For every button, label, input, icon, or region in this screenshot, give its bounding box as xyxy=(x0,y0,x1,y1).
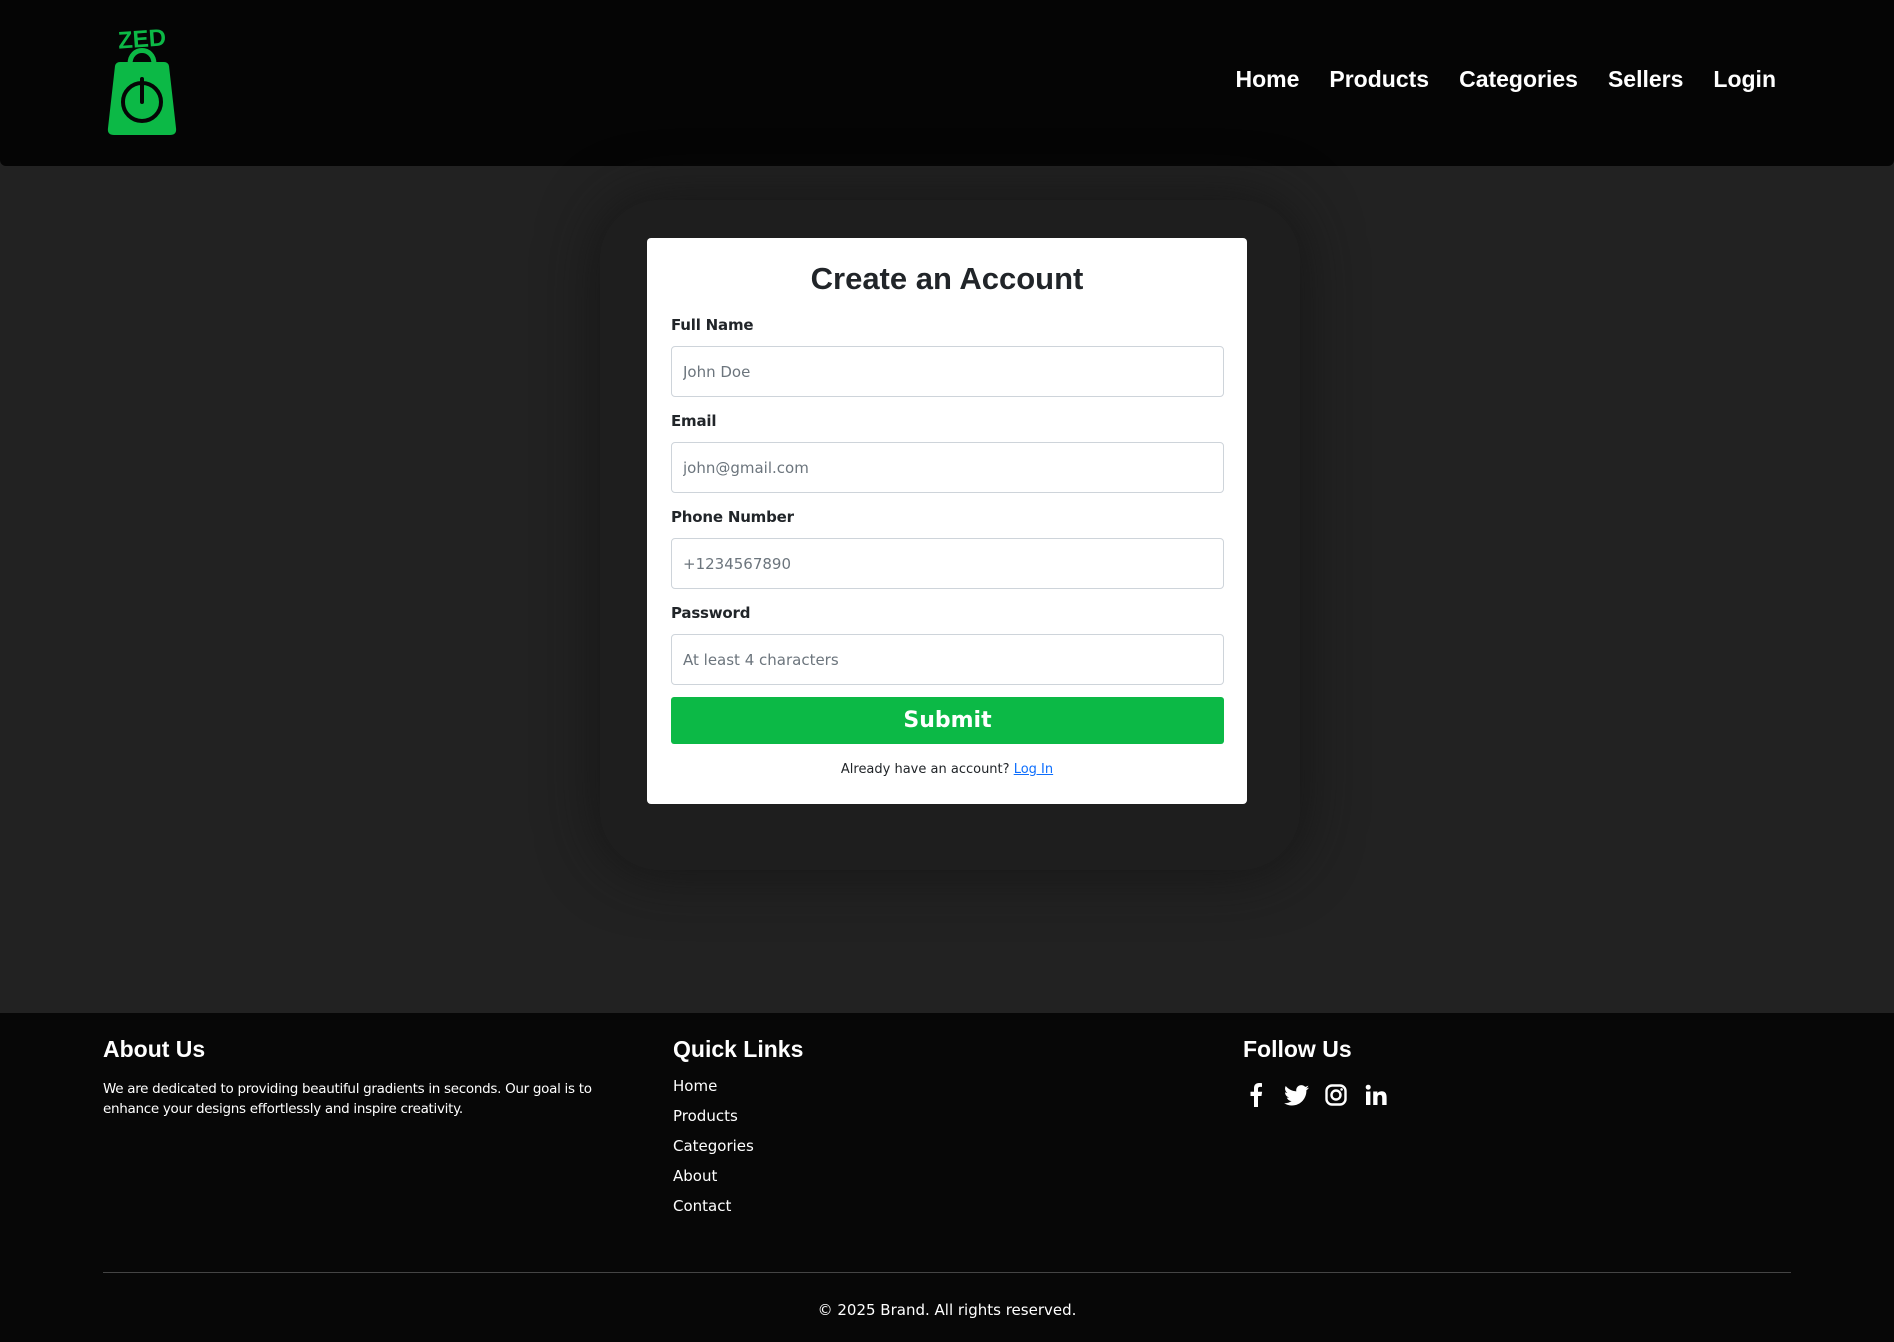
login-prompt: Already have an account? Log In xyxy=(647,762,1247,777)
footer-link-categories[interactable]: Categories xyxy=(673,1137,754,1155)
phone-input[interactable] xyxy=(671,538,1224,589)
zed-logo[interactable]: ZED xyxy=(102,24,182,138)
list-item: Home xyxy=(673,1077,803,1107)
footer-link-contact[interactable]: Contact xyxy=(673,1197,731,1215)
copyright-text: © 2025 Brand. All rights reserved. xyxy=(817,1301,1077,1319)
linkedin-icon[interactable] xyxy=(1363,1082,1389,1108)
nav-categories[interactable]: Categories xyxy=(1459,66,1578,93)
list-item: Categories xyxy=(673,1137,803,1167)
quick-links-list: Home Products Categories About Contact xyxy=(673,1077,803,1227)
full-name-group: Full Name xyxy=(671,316,1224,397)
login-link[interactable]: Log In xyxy=(1014,762,1053,777)
list-item: Contact xyxy=(673,1197,803,1227)
email-label: Email xyxy=(671,412,717,430)
follow-section: Follow Us xyxy=(1243,1036,1389,1108)
password-input[interactable] xyxy=(671,634,1224,685)
password-label: Password xyxy=(671,604,751,622)
phone-group: Phone Number xyxy=(671,508,1224,589)
quick-links-section: Quick Links Home Products Categories Abo… xyxy=(673,1036,803,1227)
nav-login[interactable]: Login xyxy=(1713,66,1776,93)
twitter-icon[interactable] xyxy=(1283,1082,1309,1108)
quick-links-title: Quick Links xyxy=(673,1036,804,1062)
about-title: About Us xyxy=(103,1036,206,1062)
nav-sellers[interactable]: Sellers xyxy=(1608,66,1683,93)
about-section: About Us We are dedicated to providing b… xyxy=(103,1036,633,1119)
password-group: Password xyxy=(671,604,1224,685)
site-footer: About Us We are dedicated to providing b… xyxy=(0,1013,1894,1342)
nav-home[interactable]: Home xyxy=(1235,66,1299,93)
footer-link-home[interactable]: Home xyxy=(673,1077,717,1095)
instagram-icon[interactable] xyxy=(1323,1082,1349,1108)
signup-card: Create an Account Full Name Email Phone … xyxy=(647,238,1247,804)
submit-button[interactable]: Submit xyxy=(671,697,1224,744)
footer-link-about[interactable]: About xyxy=(673,1167,717,1185)
follow-title: Follow Us xyxy=(1243,1036,1352,1062)
footer-link-products[interactable]: Products xyxy=(673,1107,738,1125)
main-nav: Home Products Categories Sellers Login xyxy=(1235,66,1776,93)
footer-divider xyxy=(103,1272,1791,1273)
site-header: ZED Home Products Categories Sellers Log… xyxy=(0,0,1894,166)
about-text: We are dedicated to providing beautiful … xyxy=(103,1081,592,1117)
email-input[interactable] xyxy=(671,442,1224,493)
phone-label: Phone Number xyxy=(671,508,794,526)
list-item: About xyxy=(673,1167,803,1197)
email-group: Email xyxy=(671,412,1224,493)
full-name-input[interactable] xyxy=(671,346,1224,397)
nav-products[interactable]: Products xyxy=(1329,66,1429,93)
social-links xyxy=(1243,1082,1389,1108)
facebook-icon[interactable] xyxy=(1243,1082,1269,1108)
list-item: Products xyxy=(673,1107,803,1137)
form-title: Create an Account xyxy=(810,261,1084,296)
login-prompt-text: Already have an account? xyxy=(840,762,1010,777)
full-name-label: Full Name xyxy=(671,316,754,334)
